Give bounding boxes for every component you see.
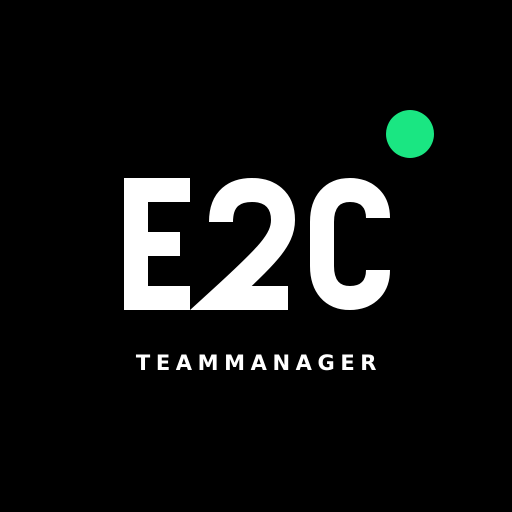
letter-c — [310, 178, 390, 310]
e2c-wordmark-logo — [124, 178, 390, 310]
letter-2 — [190, 178, 296, 310]
logo-subtitle: TEAMMANAGER — [135, 351, 383, 375]
app-logo-screen: TEAMMANAGER — [0, 0, 512, 512]
letter-e — [124, 178, 190, 310]
e2c-wordmark-svg — [124, 178, 390, 310]
green-dot-icon — [386, 110, 434, 158]
